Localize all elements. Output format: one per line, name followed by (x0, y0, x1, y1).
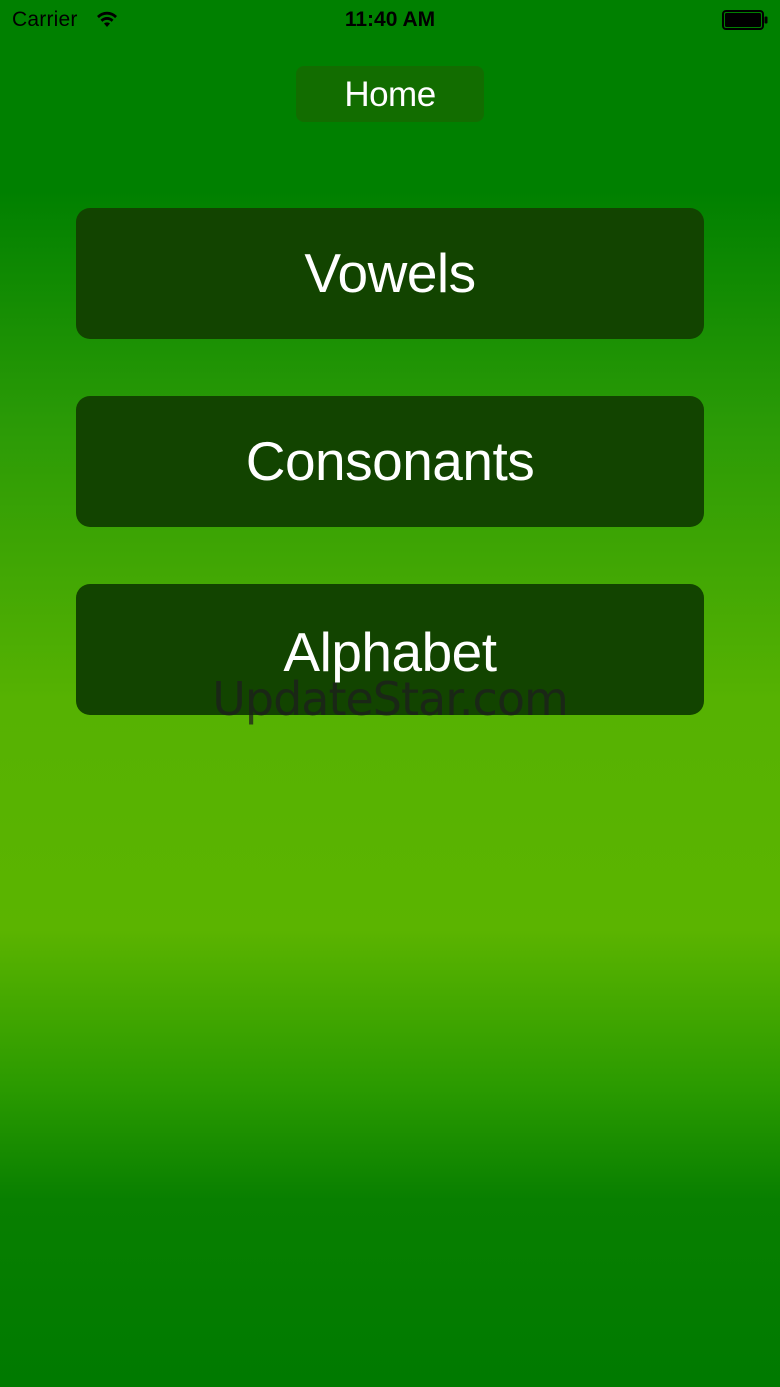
battery-icon (722, 10, 768, 30)
status-time: 11:40 AM (344, 8, 436, 31)
consonants-button[interactable]: Consonants (76, 396, 704, 527)
vowels-button[interactable]: Vowels (76, 208, 704, 339)
alphabet-button[interactable]: Alphabet (76, 584, 704, 715)
status-bar: Carrier 11:40 AM (0, 0, 780, 40)
home-button[interactable]: Home (296, 66, 484, 122)
